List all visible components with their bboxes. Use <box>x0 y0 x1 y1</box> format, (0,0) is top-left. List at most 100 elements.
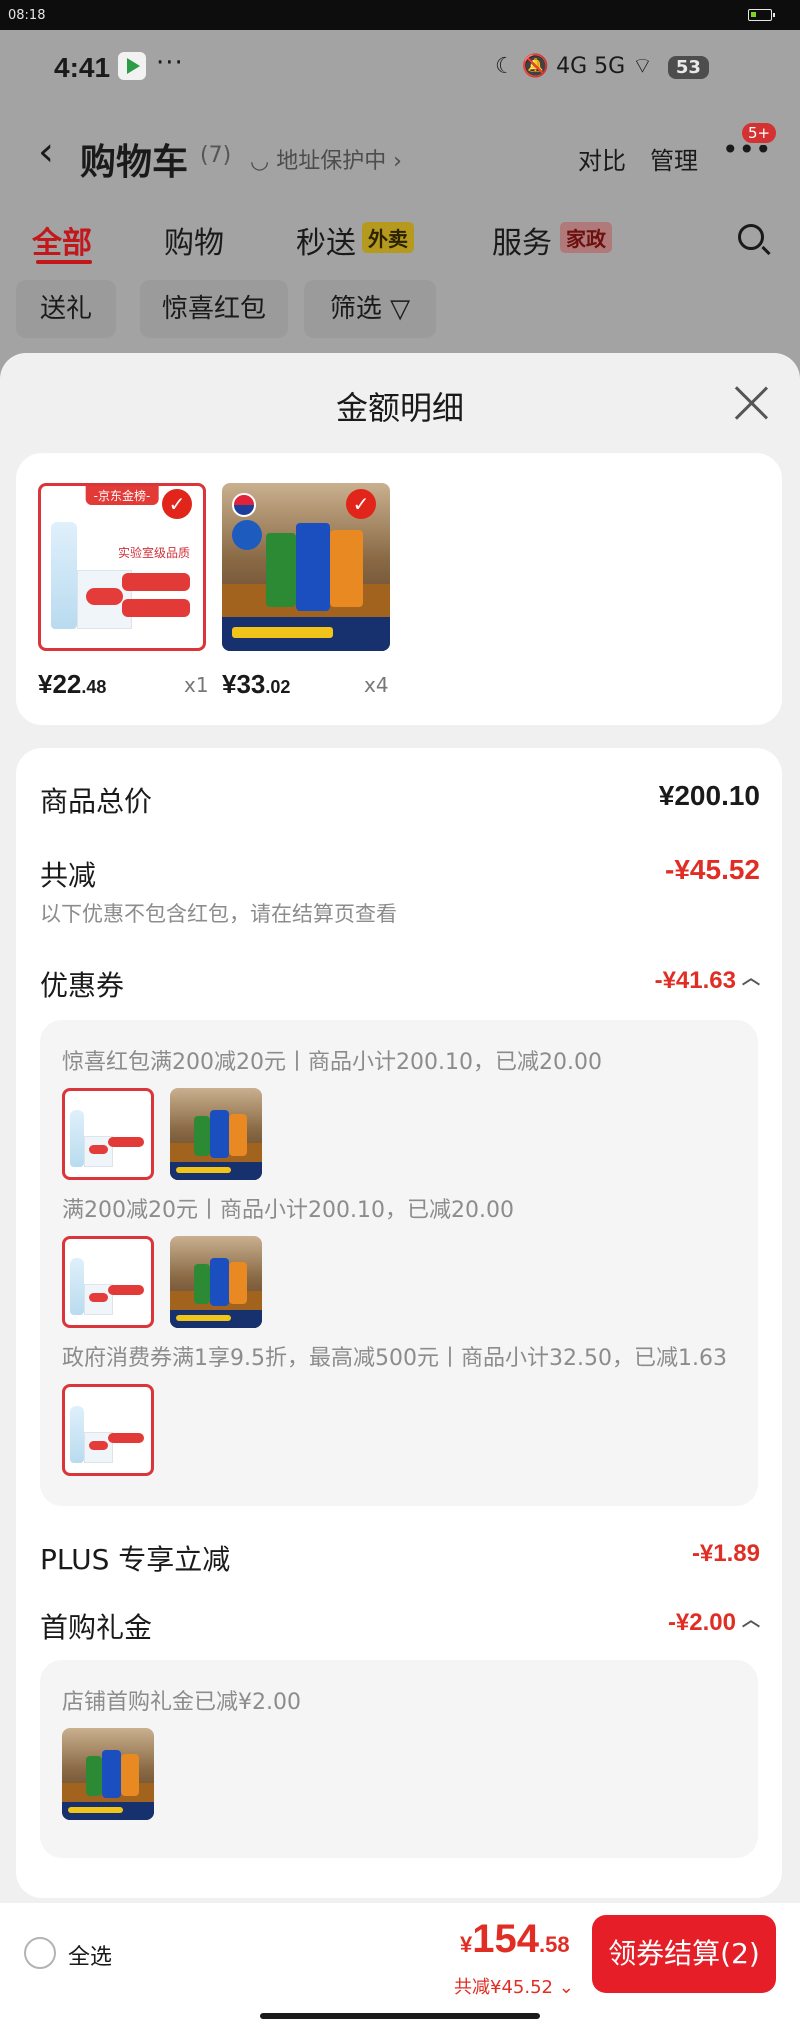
plus-label: PLUS 专享立减 <box>40 1543 231 1576</box>
select-all-label[interactable]: 全选 <box>68 1939 112 1971</box>
first-gift-toggle[interactable]: -¥2.00 ︿ <box>668 1606 760 1637</box>
takeout-tag: 外卖 <box>362 222 414 253</box>
tab-shopping[interactable]: 购物 <box>164 218 224 262</box>
promo-strip <box>62 1801 154 1820</box>
thumb-pill <box>108 1137 145 1147</box>
manage-button[interactable]: 管理 <box>650 141 698 176</box>
bottle-image <box>70 1405 84 1463</box>
filter-chips: 送礼 惊喜红包 筛选 ▽ <box>0 280 800 340</box>
coupon-row-toggle[interactable]: -¥41.63 ︿ <box>655 964 760 995</box>
chevron-up-icon: ︿ <box>742 968 760 988</box>
discount-note: 以下优惠不包含红包，请在结算页查看 <box>40 902 397 926</box>
cap-badge <box>232 519 263 551</box>
first-gift-value: -¥2.00 <box>667 1609 736 1636</box>
thumb-pill <box>122 599 191 618</box>
price-integer: ¥22 <box>38 669 82 699</box>
address-protection[interactable]: ◡ 地址保护中 › <box>250 143 402 175</box>
gift-detail-box: 店铺首购礼金已减¥2.00 <box>40 1660 758 1858</box>
tab-instant[interactable]: 秒送 <box>296 218 356 262</box>
cart-count: (7) <box>200 143 232 168</box>
thumb-pill <box>108 1285 145 1295</box>
select-all-radio[interactable] <box>24 1937 56 1969</box>
total-discount-toggle[interactable]: 共减¥45.52 ⌄ <box>454 1973 574 1999</box>
status-icons: ☾ 🔕 4G 5G ⌔ 53 <box>495 52 709 80</box>
coupon-thumb-water <box>62 1088 154 1180</box>
checkout-bar: 全选 ¥154.58 共减¥45.52 ⌄ 领券结算(2) <box>0 1903 800 2033</box>
coupon-thumb-water <box>62 1384 154 1476</box>
search-icon[interactable] <box>738 224 764 250</box>
total-price-label: 商品总价 <box>40 785 153 818</box>
coupon-thumb-pepsi <box>170 1088 262 1180</box>
first-gift-label: 首购礼金 <box>40 1611 153 1644</box>
total-decimal: .58 <box>539 1932 570 1957</box>
can-image <box>193 1263 211 1305</box>
thumb-text: 实验室级品质 <box>118 546 191 561</box>
thumb-pill <box>108 1433 145 1443</box>
total-integer: 154 <box>472 1917 539 1961</box>
selected-check-icon[interactable]: ✓ <box>346 489 376 519</box>
product-qty: x1 <box>184 673 209 697</box>
price-integer: ¥33 <box>222 669 266 699</box>
cart-nav-bar: ‹ 购物车 (7) ◡ 地址保护中 › 对比 管理 ••• 5+ <box>0 121 800 185</box>
back-icon[interactable]: ‹ <box>38 129 54 175</box>
promo-strip <box>222 617 390 651</box>
can-image <box>210 1110 229 1158</box>
final-total: ¥154.58 <box>460 1917 570 1962</box>
more-notifications-icon: ··· <box>156 48 184 78</box>
total-price-value: ¥200.10 <box>658 780 760 811</box>
coupon-line: 满200减20元丨商品小计200.10，已减20.00 <box>62 1198 514 1223</box>
housekeeping-tag: 家政 <box>560 222 612 253</box>
products-card: -京东金榜- 实验室级品质 ✓ ✓ ¥22.48 x1 ¥33.02 x4 <box>16 453 782 725</box>
can-image <box>228 1113 248 1157</box>
close-icon[interactable] <box>734 385 770 421</box>
plus-value: -¥1.89 <box>691 1540 760 1567</box>
tab-service[interactable]: 服务 <box>492 218 552 262</box>
coupon-line: 惊喜红包满200减20元丨商品小计200.10，已减20.00 <box>62 1050 602 1075</box>
chip-red-packet[interactable]: 惊喜红包 <box>140 280 288 338</box>
can-image <box>265 533 296 608</box>
can-image <box>193 1115 211 1157</box>
can-image <box>85 1755 103 1797</box>
tab-all[interactable]: 全部 <box>32 218 92 262</box>
can-image <box>102 1750 121 1798</box>
coupon-value: -¥41.63 <box>654 967 736 994</box>
checkout-button[interactable]: 领券结算(2) <box>592 1915 776 1993</box>
chip-gift[interactable]: 送礼 <box>16 280 116 338</box>
battery-level: 53 <box>667 56 709 79</box>
reduce-label: 共减 <box>40 859 97 892</box>
coupon-thumb-water <box>62 1236 154 1328</box>
reduce-value: -¥45.52 <box>665 854 760 885</box>
thumb-banner: -京东金榜- <box>85 486 159 505</box>
chevron-up-icon: ︿ <box>742 1610 760 1630</box>
home-indicator <box>260 2013 540 2019</box>
battery-icon <box>748 9 775 21</box>
system-status-bar: 08:18 <box>0 0 800 30</box>
page-title: 购物车 <box>80 142 189 183</box>
system-time: 08:18 <box>8 8 46 23</box>
product-price: ¥22.48 <box>38 669 106 700</box>
pepsi-logo-icon <box>232 493 256 517</box>
compare-button[interactable]: 对比 <box>578 141 626 176</box>
active-tab-underline <box>36 260 92 264</box>
promo-strip <box>170 1309 262 1328</box>
category-tabs: 全部 购物 秒送 外卖 服务 家政 <box>0 210 800 270</box>
play-store-icon <box>118 52 146 80</box>
bottle-image <box>50 521 77 629</box>
signal-icons: ☾ 🔕 4G 5G ⌔ <box>495 54 653 79</box>
thumb-pill <box>122 573 191 592</box>
sheet-title: 金额明细 <box>335 389 464 427</box>
bottle-image <box>70 1257 84 1315</box>
gift-thumb-pepsi <box>62 1728 154 1820</box>
notification-badge: 5+ <box>740 121 779 145</box>
summary-card: 商品总价 ¥200.10 共减 -¥45.52 以下优惠不包含红包，请在结算页查… <box>16 748 782 1898</box>
can-image <box>210 1258 229 1306</box>
selected-check-icon[interactable]: ✓ <box>162 489 192 519</box>
coupon-detail-box: 惊喜红包满200减20元丨商品小计200.10，已减20.00 满200减20元… <box>40 1020 758 1506</box>
bottle-image <box>70 1109 84 1167</box>
phone-time: 4:41 <box>54 52 111 83</box>
amount-detail-sheet: 金额明细 -京东金榜- 实验室级品质 ✓ ✓ ¥22.48 x1 ¥33.02 … <box>0 353 800 2033</box>
price-decimal: .02 <box>265 677 291 697</box>
chip-filter[interactable]: 筛选 ▽ <box>304 280 436 338</box>
promo-strip <box>170 1161 262 1180</box>
gift-detail-line: 店铺首购礼金已减¥2.00 <box>62 1690 301 1715</box>
